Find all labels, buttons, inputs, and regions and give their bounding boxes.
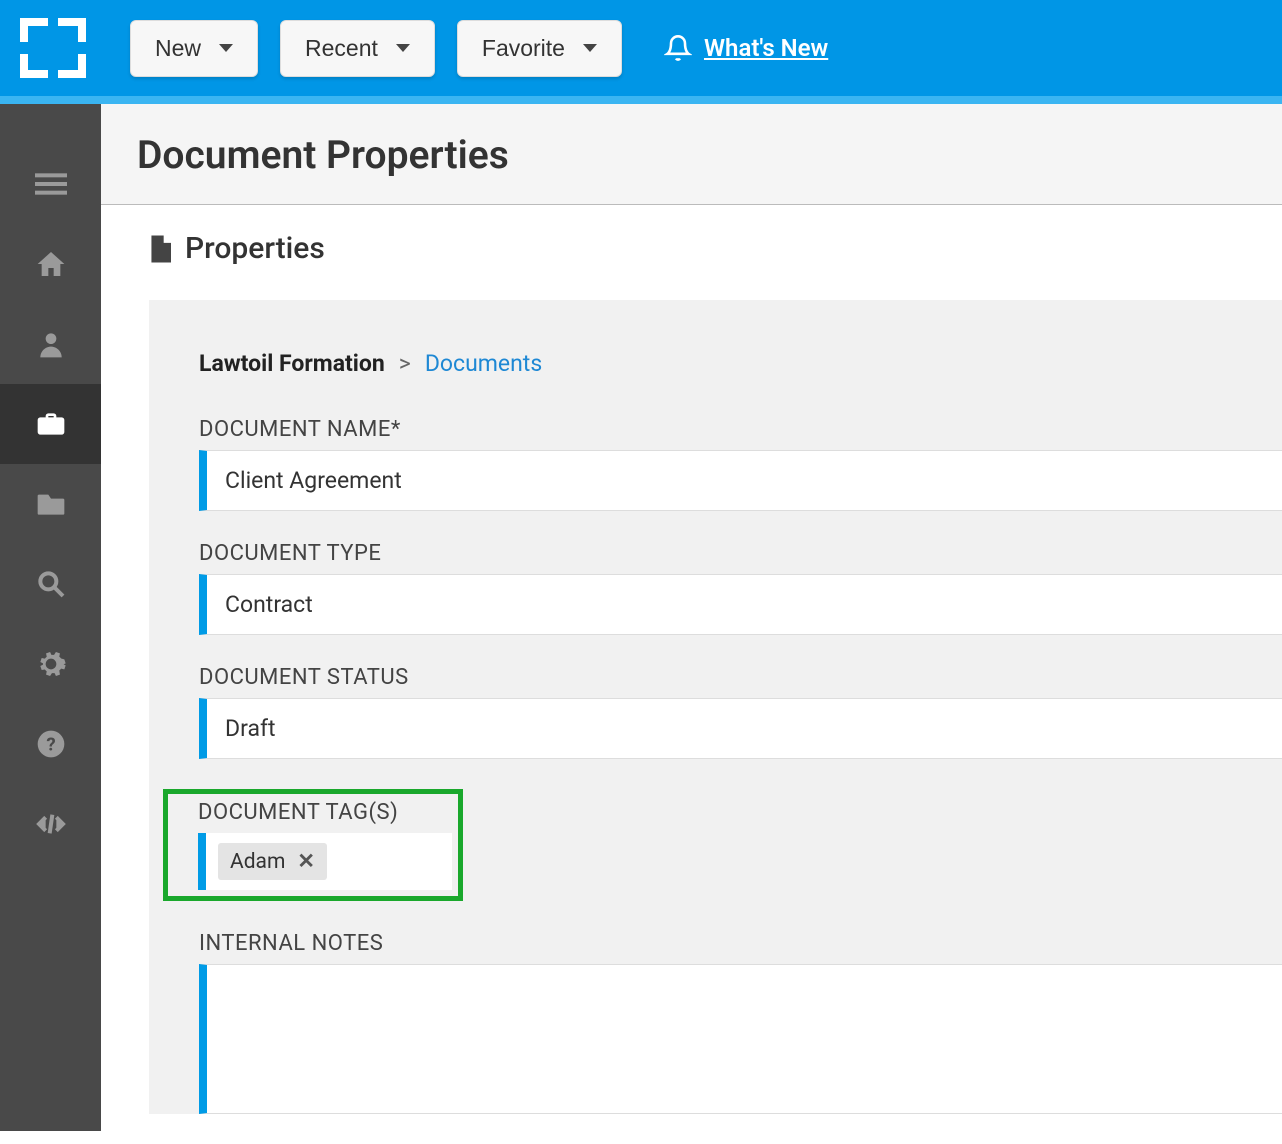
favorite-button-label: Favorite — [482, 35, 565, 62]
field-document-name: DOCUMENT NAME* — [199, 417, 1282, 511]
sidebar-item-briefcase[interactable] — [0, 384, 101, 464]
document-icon — [149, 235, 171, 263]
sidebar-item-settings[interactable] — [0, 624, 101, 704]
document-name-input-wrap[interactable] — [199, 450, 1282, 511]
document-type-label: DOCUMENT TYPE — [199, 541, 1282, 566]
recent-button[interactable]: Recent — [280, 20, 435, 77]
document-status-select[interactable]: Draft — [199, 698, 1282, 759]
breadcrumb-separator: > — [399, 350, 411, 377]
page-header: Document Properties — [101, 104, 1282, 205]
favorite-button[interactable]: Favorite — [457, 20, 622, 77]
caret-down-icon — [219, 44, 233, 52]
home-icon — [35, 248, 67, 280]
whats-new-label: What's New — [704, 34, 828, 62]
tag-remove-icon[interactable]: ✕ — [297, 849, 315, 874]
gear-icon — [35, 648, 67, 680]
document-type-value: Contract — [225, 591, 313, 618]
bell-icon — [664, 34, 692, 62]
sidebar-item-help[interactable]: ? — [0, 704, 101, 784]
document-name-input[interactable] — [225, 467, 1264, 494]
document-type-select[interactable]: Contract — [199, 574, 1282, 635]
properties-form: Lawtoil Formation > Documents DOCUMENT N… — [149, 300, 1282, 1114]
breadcrumb: Lawtoil Formation > Documents — [199, 350, 1282, 377]
sidebar-item-profile[interactable] — [0, 304, 101, 384]
code-icon — [35, 808, 67, 840]
breadcrumb-root: Lawtoil Formation — [199, 350, 385, 377]
svg-text:?: ? — [46, 734, 55, 756]
caret-down-icon — [583, 44, 597, 52]
document-status-label: DOCUMENT STATUS — [199, 665, 1282, 690]
new-button-label: New — [155, 35, 201, 62]
caret-down-icon — [396, 44, 410, 52]
document-tags-input[interactable]: Adam ✕ — [198, 833, 452, 890]
person-icon — [35, 328, 67, 360]
sidebar-item-home[interactable] — [0, 224, 101, 304]
briefcase-icon — [35, 408, 67, 440]
main-content: Document Properties Properties Lawtoil F… — [101, 104, 1282, 1131]
field-internal-notes: INTERNAL NOTES — [199, 931, 1282, 1114]
section-title: Properties — [185, 231, 325, 266]
document-tags-label: DOCUMENT TAG(S) — [198, 800, 452, 825]
breadcrumb-documents-link[interactable]: Documents — [425, 350, 542, 377]
field-document-tags-highlight: DOCUMENT TAG(S) Adam ✕ — [163, 789, 463, 901]
whats-new-link[interactable]: What's New — [664, 34, 828, 62]
sidebar-item-folder[interactable] — [0, 464, 101, 544]
sidebar-menu-toggle[interactable] — [0, 144, 101, 224]
folder-icon — [35, 488, 67, 520]
help-icon: ? — [35, 728, 67, 760]
sidebar-item-code[interactable] — [0, 784, 101, 864]
field-document-type: DOCUMENT TYPE Contract — [199, 541, 1282, 635]
new-button[interactable]: New — [130, 20, 258, 77]
sidebar-item-search[interactable] — [0, 544, 101, 624]
internal-notes-label: INTERNAL NOTES — [199, 931, 1282, 956]
document-status-value: Draft — [225, 715, 275, 742]
sidebar: ? — [0, 104, 101, 1131]
recent-button-label: Recent — [305, 35, 378, 62]
search-icon — [35, 568, 67, 600]
document-name-label: DOCUMENT NAME* — [199, 417, 1282, 442]
field-document-status: DOCUMENT STATUS Draft — [199, 665, 1282, 759]
tag-chip-label: Adam — [230, 850, 285, 874]
hamburger-icon — [35, 168, 67, 200]
internal-notes-textarea[interactable] — [199, 964, 1282, 1114]
section-header: Properties — [149, 231, 1282, 266]
topbar: New Recent Favorite What's New — [0, 0, 1282, 104]
tag-chip: Adam ✕ — [218, 843, 327, 880]
app-logo[interactable] — [20, 18, 86, 78]
page-title: Document Properties — [137, 132, 1246, 178]
